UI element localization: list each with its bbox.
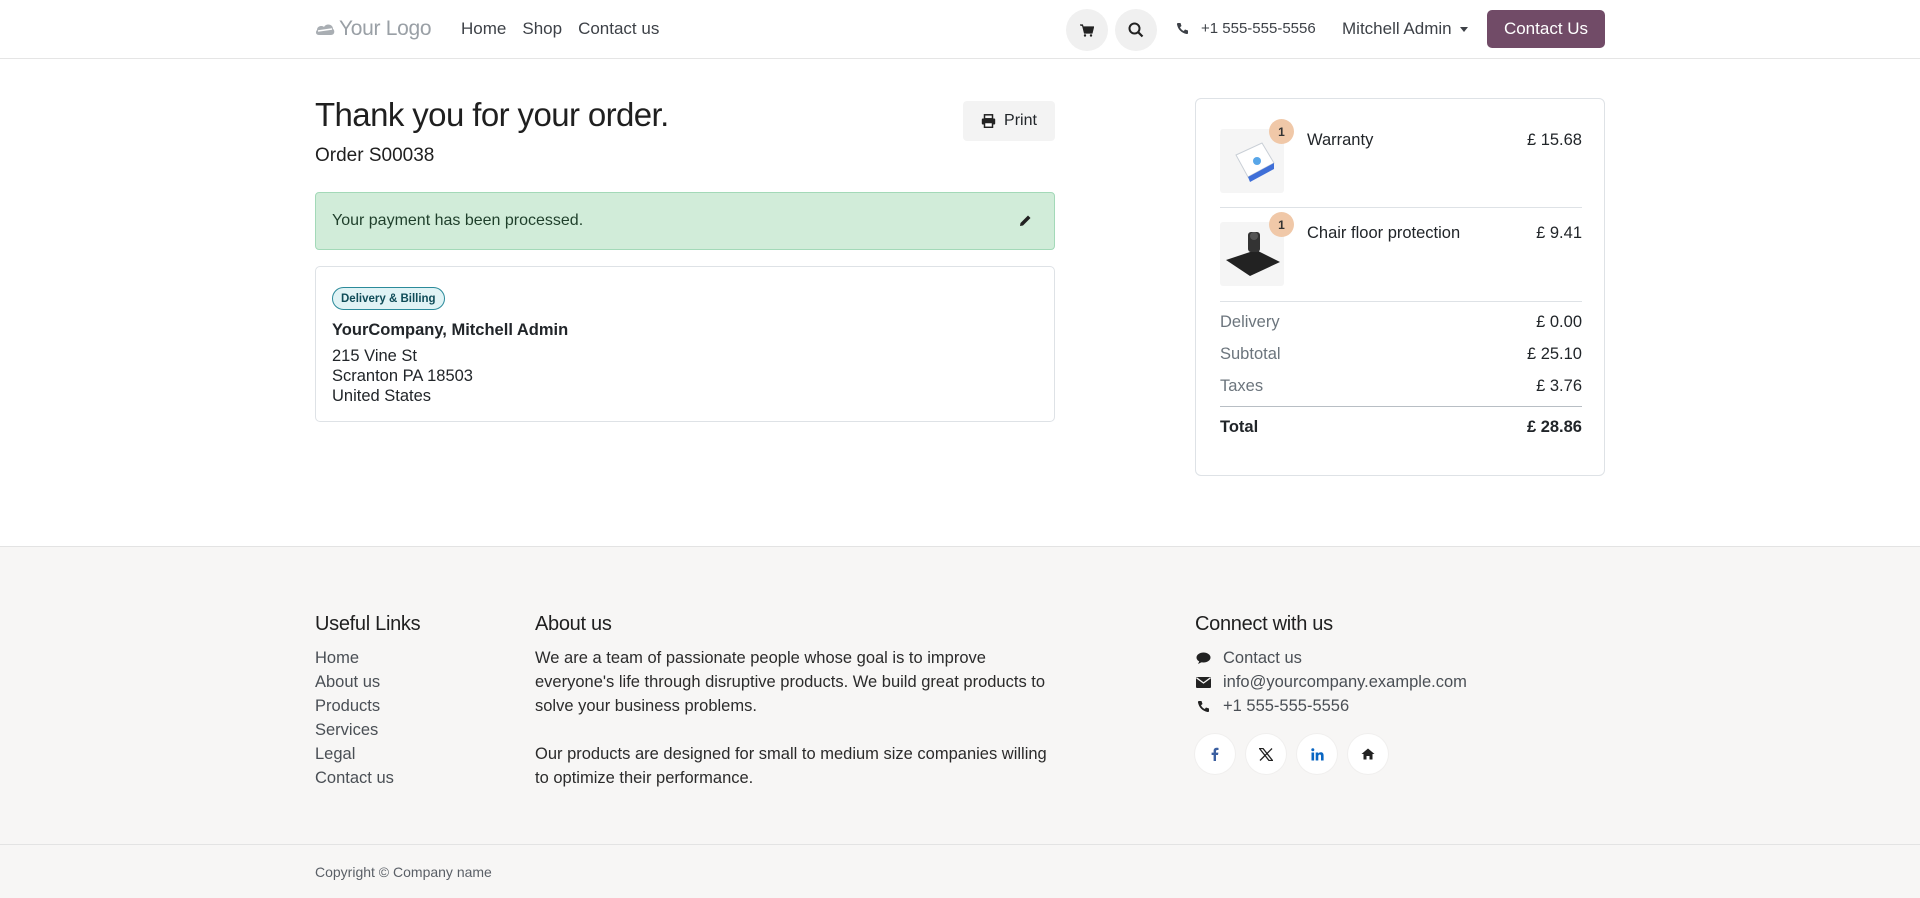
- delivery-billing-badge: Delivery & Billing: [332, 287, 445, 310]
- total-value: £ 28.86: [1526, 418, 1582, 436]
- cart-icon: [1080, 23, 1094, 37]
- envelope-icon: [1195, 676, 1211, 688]
- contact-text: info@yourcompany.example.com: [1223, 673, 1467, 691]
- order-reference: Order S00038: [315, 145, 435, 166]
- header-phone-text: +1 555-555-5556: [1201, 20, 1316, 37]
- contact-text: Contact us: [1223, 649, 1302, 667]
- address-line: Scranton PA 18503: [332, 367, 473, 385]
- quantity-badge: 1: [1269, 119, 1294, 144]
- address-name: YourCompany, Mitchell Admin: [332, 321, 569, 339]
- row-label: Delivery: [1220, 313, 1280, 331]
- top-navbar: Your Logo Home Shop Contact us +1 555-55…: [0, 0, 1920, 59]
- header-phone[interactable]: +1 555-555-5556: [1176, 20, 1316, 37]
- address-lines: 215 Vine St Scranton PA 18503 United Sta…: [332, 346, 473, 406]
- footer-link-home[interactable]: Home: [315, 646, 394, 670]
- logo[interactable]: Your Logo: [315, 15, 432, 43]
- search-button[interactable]: [1115, 9, 1157, 51]
- print-label: Print: [1004, 112, 1037, 129]
- phone-icon: [1176, 23, 1188, 35]
- copyright: Copyright © Company name: [315, 864, 492, 880]
- cart-button[interactable]: [1066, 9, 1108, 51]
- item-name[interactable]: Chair floor protection: [1307, 224, 1460, 243]
- footer-contact-us[interactable]: Contact us: [1195, 646, 1467, 670]
- footer-link-services[interactable]: Services: [315, 718, 394, 742]
- useful-links-list: Home About us Products Services Legal Co…: [315, 646, 394, 790]
- footer-link-contact-us[interactable]: Contact us: [315, 766, 394, 790]
- total-label: Total: [1220, 418, 1259, 436]
- search-icon: [1128, 22, 1144, 38]
- home-icon: [1361, 748, 1375, 760]
- comment-icon: [1196, 652, 1210, 664]
- main-nav: Home Shop Contact us: [461, 19, 659, 39]
- print-button[interactable]: Print: [963, 101, 1055, 141]
- linkedin-button[interactable]: [1297, 734, 1337, 774]
- cart-line-warranty: 1 Warranty £ 15.68: [1220, 119, 1582, 212]
- row-value: £ 25.10: [1526, 345, 1582, 363]
- address-line: 215 Vine St: [332, 347, 418, 365]
- divider: [1220, 406, 1582, 407]
- item-price: £ 9.41: [1536, 224, 1582, 242]
- footer-link-products[interactable]: Products: [315, 694, 394, 718]
- address-card: Delivery & Billing YourCompany, Mitchell…: [315, 266, 1055, 422]
- contact-us-button[interactable]: Contact Us: [1487, 10, 1605, 48]
- footer-divider: [0, 844, 1920, 845]
- nav-home[interactable]: Home: [461, 19, 506, 39]
- logo-cloud-icon: [315, 24, 335, 35]
- linkedin-icon: [1310, 747, 1324, 760]
- phone-icon: [1197, 700, 1209, 712]
- address-line: United States: [332, 387, 432, 405]
- useful-links-heading: Useful Links: [315, 613, 421, 635]
- logo-text: Your Logo: [339, 17, 432, 40]
- divider: [1220, 207, 1582, 208]
- summary-row-delivery: Delivery £ 0.00: [1220, 313, 1582, 332]
- about-paragraph: Our products are designed for small to m…: [535, 745, 1047, 787]
- summary-row-taxes: Taxes £ 3.76: [1220, 377, 1582, 396]
- home-button[interactable]: [1348, 734, 1388, 774]
- x-icon: [1259, 747, 1273, 761]
- contact-list: Contact us info@yourcompany.example.com …: [1195, 646, 1467, 718]
- divider: [1220, 301, 1582, 302]
- footer-link-legal[interactable]: Legal: [315, 742, 394, 766]
- row-value: £ 3.76: [1536, 377, 1582, 395]
- nav-shop[interactable]: Shop: [522, 19, 562, 39]
- chevron-down-icon: [1459, 26, 1468, 32]
- footer-email[interactable]: info@yourcompany.example.com: [1195, 670, 1467, 694]
- row-label: Taxes: [1220, 377, 1264, 395]
- row-label: Subtotal: [1220, 345, 1281, 363]
- about-text: We are a team of passionate people whose…: [535, 646, 1065, 790]
- about-heading: About us: [535, 613, 612, 635]
- footer-link-about-us[interactable]: About us: [315, 670, 394, 694]
- footer: Useful Links Home About us Products Serv…: [0, 546, 1920, 898]
- connect-heading: Connect with us: [1195, 613, 1333, 635]
- contact-text: +1 555-555-5556: [1223, 697, 1350, 715]
- payment-status-text: Your payment has been processed.: [332, 212, 584, 229]
- summary-row-subtotal: Subtotal £ 25.10: [1220, 345, 1582, 364]
- order-summary: 1 Warranty £ 15.68 1 Chair floor protect…: [1195, 98, 1605, 476]
- pencil-icon[interactable]: [1019, 214, 1032, 227]
- about-paragraph: We are a team of passionate people whose…: [535, 649, 1046, 715]
- item-name[interactable]: Warranty: [1307, 131, 1373, 150]
- x-button[interactable]: [1246, 734, 1286, 774]
- social-links: [1195, 734, 1388, 774]
- item-price: £ 15.68: [1526, 131, 1582, 149]
- summary-row-total: Total £ 28.86: [1220, 418, 1582, 437]
- row-value: £ 0.00: [1536, 313, 1582, 331]
- facebook-button[interactable]: [1195, 734, 1235, 774]
- user-name: Mitchell Admin: [1342, 19, 1452, 38]
- nav-contact-us[interactable]: Contact us: [578, 19, 659, 39]
- page-title: Thank you for your order.: [315, 96, 669, 133]
- footer-phone[interactable]: +1 555-555-5556: [1195, 694, 1467, 718]
- cart-line-chair-floor-protection: 1 Chair floor protection £ 9.41: [1220, 212, 1582, 305]
- quantity-badge: 1: [1269, 212, 1294, 237]
- print-icon: [981, 114, 996, 128]
- payment-status-alert: Your payment has been processed.: [315, 192, 1055, 250]
- facebook-icon: [1211, 747, 1219, 761]
- user-menu[interactable]: Mitchell Admin: [1342, 19, 1468, 39]
